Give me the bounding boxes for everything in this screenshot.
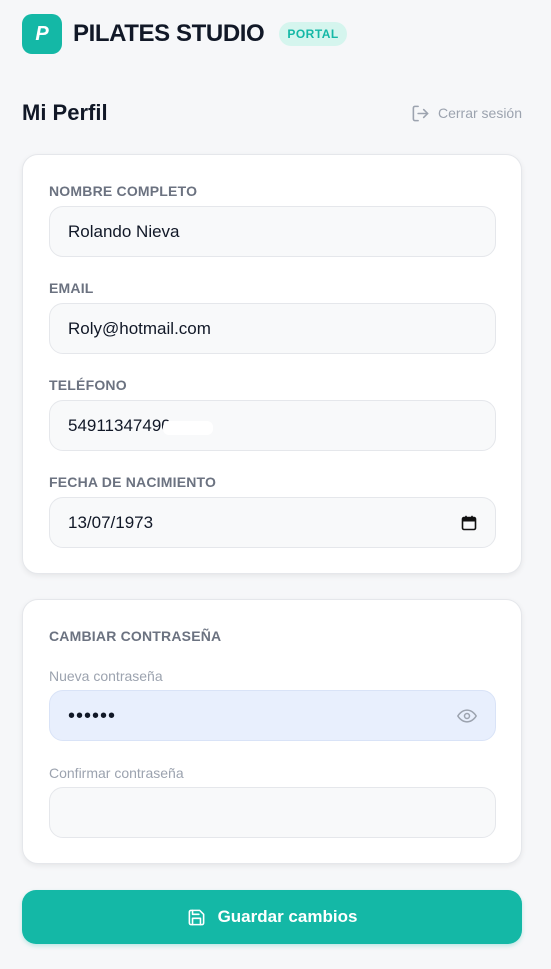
name-field[interactable]: Rolando Nieva <box>49 206 496 257</box>
page-title: Mi Perfil <box>22 100 108 125</box>
email-field[interactable]: Roly@hotmail.com <box>49 303 496 354</box>
logout-label: Cerrar sesión <box>437 105 522 121</box>
password-section-label: CAMBIAR CONTRASEÑA <box>49 628 222 644</box>
eye-icon[interactable] <box>457 706 477 726</box>
profile-page: P PILATES STUDIO PORTAL Mi Perfil Cerrar… <box>0 0 551 969</box>
email-value: Roly@hotmail.com <box>68 318 211 338</box>
password-card: CAMBIAR CONTRASEÑA Nueva contraseña ••••… <box>22 599 522 864</box>
email-label: EMAIL <box>49 280 94 296</box>
brand-header: P PILATES STUDIO PORTAL <box>22 14 347 54</box>
portal-badge: PORTAL <box>279 22 347 46</box>
phone-field[interactable]: 54911347490 <box>49 400 496 451</box>
birth-date-field[interactable]: 13/07/1973 <box>49 497 496 548</box>
logout-button[interactable]: Cerrar sesión <box>411 104 522 123</box>
name-label: NOMBRE COMPLETO <box>49 183 198 199</box>
brand-logo: P <box>22 14 62 54</box>
phone-label: TELÉFONO <box>49 377 127 393</box>
new-password-label: Nueva contraseña <box>49 668 163 684</box>
calendar-icon[interactable] <box>461 515 477 531</box>
save-label: Guardar cambios <box>217 907 358 926</box>
new-password-field[interactable]: •••••• <box>49 690 496 741</box>
birth-value: 13/07/1973 <box>68 512 154 532</box>
profile-card: NOMBRE COMPLETO Rolando Nieva EMAIL Roly… <box>22 154 522 574</box>
name-value: Rolando Nieva <box>68 221 180 241</box>
new-password-value: •••••• <box>68 704 117 727</box>
confirm-password-label: Confirmar contraseña <box>49 765 184 781</box>
redaction-mark <box>163 421 213 435</box>
birth-label: FECHA DE NACIMIENTO <box>49 474 217 490</box>
logout-icon <box>412 105 429 121</box>
phone-value: 54911347490 <box>68 415 171 435</box>
title-row: Mi Perfil Cerrar sesión <box>22 98 522 128</box>
save-icon <box>188 909 204 925</box>
save-button[interactable]: Guardar cambios <box>22 890 522 944</box>
brand-name: PILATES STUDIO <box>73 20 265 47</box>
confirm-password-field[interactable] <box>49 787 496 838</box>
